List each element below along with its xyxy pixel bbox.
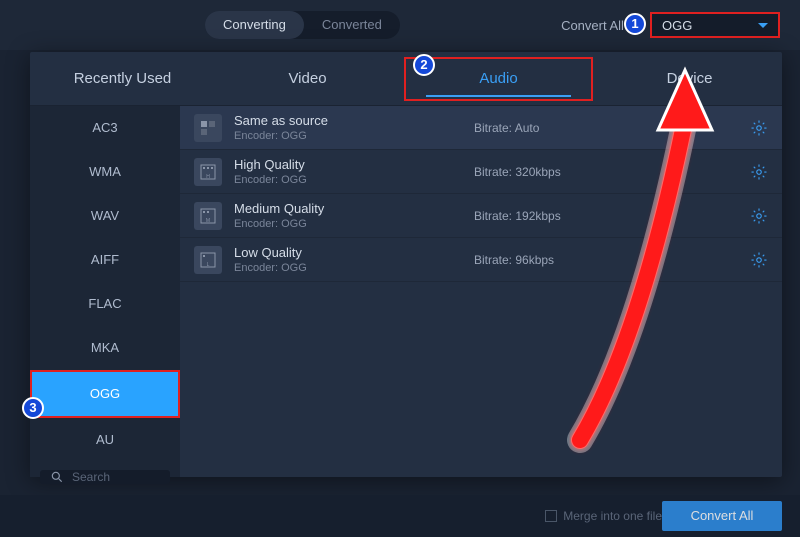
tab-converted[interactable]: Converted xyxy=(304,11,400,39)
main-tabs: Converting Converted xyxy=(205,11,400,39)
preset-icon: L xyxy=(194,246,222,274)
quality-encoder: Encoder: OGG xyxy=(234,217,474,231)
preset-icon: H xyxy=(194,158,222,186)
format-item-ogg[interactable]: OGG xyxy=(30,370,180,418)
format-item-mka[interactable]: MKA xyxy=(30,326,180,370)
merge-label: Merge into one file xyxy=(563,509,662,523)
cat-tab-recent[interactable]: Recently Used xyxy=(30,52,215,106)
convert-all-value: OGG xyxy=(662,18,692,33)
search-placeholder: Search xyxy=(72,470,110,484)
quality-title: Low Quality xyxy=(234,245,474,261)
footer-bar: Merge into one file Convert All xyxy=(0,495,800,537)
search-input[interactable]: Search xyxy=(40,470,170,484)
format-item-flac[interactable]: FLAC xyxy=(30,282,180,326)
format-dropdown-panel: Recently Used Video Audio Device AC3 WMA… xyxy=(30,52,782,477)
quality-bitrate: Bitrate: 96kbps xyxy=(474,253,614,267)
quality-row[interactable]: L Low Quality Encoder: OGG Bitrate: 96kb… xyxy=(180,238,782,282)
gear-icon[interactable] xyxy=(750,119,768,137)
app-header: Converting Converted Convert All to: OGG xyxy=(0,0,800,50)
svg-text:M: M xyxy=(206,218,210,224)
svg-text:H: H xyxy=(206,174,210,180)
quality-bitrate: Bitrate: 192kbps xyxy=(474,209,614,223)
gear-icon[interactable] xyxy=(750,163,768,181)
quality-title: High Quality xyxy=(234,157,474,173)
quality-list: Same as source Encoder: OGG Bitrate: Aut… xyxy=(180,106,782,477)
chevron-down-icon xyxy=(758,23,768,28)
quality-bitrate: Bitrate: Auto xyxy=(474,121,614,135)
convert-all-select[interactable]: OGG xyxy=(650,12,780,38)
search-icon xyxy=(50,470,64,484)
preset-icon: M xyxy=(194,202,222,230)
preset-icon xyxy=(194,114,222,142)
svg-text:L: L xyxy=(207,262,210,268)
quality-encoder: Encoder: OGG xyxy=(234,261,474,275)
annotation-badge-2: 2 xyxy=(413,54,435,76)
tab-converting[interactable]: Converting xyxy=(205,11,304,39)
format-sidebar: AC3 WMA WAV AIFF FLAC MKA OGG AU Search xyxy=(30,106,180,477)
quality-bitrate: Bitrate: 320kbps xyxy=(474,165,614,179)
category-tabs: Recently Used Video Audio Device xyxy=(30,52,782,106)
quality-title: Same as source xyxy=(234,113,474,129)
quality-encoder: Encoder: OGG xyxy=(234,173,474,187)
gear-icon[interactable] xyxy=(750,251,768,269)
quality-row[interactable]: M Medium Quality Encoder: OGG Bitrate: 1… xyxy=(180,194,782,238)
annotation-badge-3: 3 xyxy=(22,397,44,419)
merge-checkbox[interactable] xyxy=(545,510,557,522)
cat-tab-video[interactable]: Video xyxy=(215,52,400,106)
quality-row[interactable]: Same as source Encoder: OGG Bitrate: Aut… xyxy=(180,106,782,150)
cat-tab-device[interactable]: Device xyxy=(597,52,782,106)
format-item-aiff[interactable]: AIFF xyxy=(30,238,180,282)
convert-all-button[interactable]: Convert All xyxy=(662,501,782,531)
format-item-wav[interactable]: WAV xyxy=(30,194,180,238)
quality-title: Medium Quality xyxy=(234,201,474,217)
quality-row[interactable]: H High Quality Encoder: OGG Bitrate: 320… xyxy=(180,150,782,194)
format-item-ac3[interactable]: AC3 xyxy=(30,106,180,150)
quality-encoder: Encoder: OGG xyxy=(234,129,474,143)
gear-icon[interactable] xyxy=(750,207,768,225)
annotation-badge-1: 1 xyxy=(624,13,646,35)
format-item-au[interactable]: AU xyxy=(30,418,180,462)
format-item-wma[interactable]: WMA xyxy=(30,150,180,194)
